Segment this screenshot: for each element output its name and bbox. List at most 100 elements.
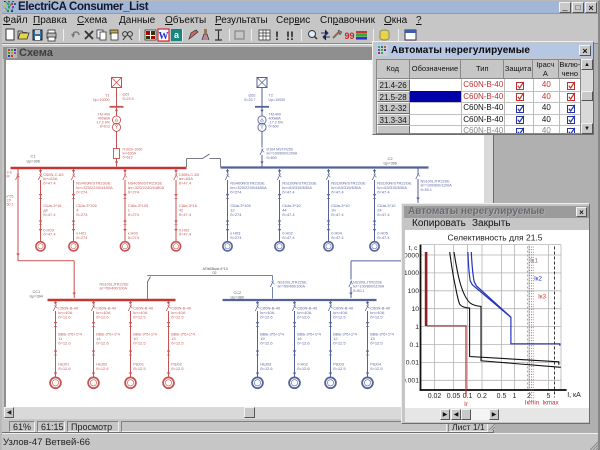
svg-text:Iк3: Iк3 (538, 294, 546, 301)
svg-text:б=12.6: б=12.6 (96, 314, 109, 319)
svg-text:б=12.5: б=12.5 (171, 366, 184, 371)
svg-text:б=12.5: б=12.5 (133, 340, 146, 345)
svg-text:б=12.6: б=12.6 (58, 366, 71, 371)
svg-text:б=50.1: б=50.1 (421, 188, 432, 192)
svg-text:С2: С2 (388, 156, 394, 161)
svg-text:Iкmax: Iкmax (542, 400, 559, 407)
svg-text:Uр=10000: Uр=10000 (269, 98, 286, 102)
svg-text:0.5: 0.5 (497, 393, 507, 400)
svg-text:W: W (159, 31, 169, 42)
svg-text:t, с: t, с (409, 245, 418, 252)
svg-text:б=612: б=612 (100, 125, 110, 129)
svg-text:б=612: б=612 (123, 156, 133, 160)
svg-text:б=47.4: б=47.4 (282, 189, 295, 194)
svg-text:I, кА: I, кА (567, 392, 581, 399)
svg-text:99: 99 (344, 31, 354, 41)
svg-text:Т2: Т2 (269, 94, 273, 98)
svg-text:б=274: б=274 (128, 235, 140, 240)
svg-text:б=274: б=274 (76, 189, 88, 194)
svg-text:0.02: 0.02 (428, 393, 442, 400)
svg-text:1: 1 (415, 324, 419, 331)
svg-text:50.1: 50.1 (7, 203, 14, 207)
svg-text:б=12.5: б=12.5 (370, 366, 383, 371)
svg-text:Ir: Ir (464, 401, 468, 408)
svg-text:б=47.4: б=47.4 (377, 235, 390, 240)
svg-text:б=23.9: б=23.9 (123, 97, 134, 101)
svg-text:Uр=394: Uр=394 (30, 295, 43, 299)
svg-text:0.1: 0.1 (463, 393, 473, 400)
svg-text:Iкт=50/400/100А: Iкт=50/400/100А (278, 285, 306, 289)
svg-text:б=12.5: б=12.5 (133, 366, 146, 371)
svg-text:б=12.6: б=12.6 (58, 340, 71, 345)
svg-text:б=12.5: б=12.5 (370, 340, 383, 345)
svg-text:б=12.6: б=12.6 (260, 314, 273, 319)
svg-text:б=25.7: б=25.7 (244, 98, 255, 102)
svg-text:б=12.6: б=12.6 (297, 340, 310, 345)
svg-text:СС1: СС1 (33, 290, 41, 294)
svg-text:Iкт=50/400/100А: Iкт=50/400/100А (100, 287, 128, 291)
svg-text:б=600: б=600 (267, 156, 277, 160)
svg-text:б=47.4: б=47.4 (331, 235, 344, 240)
svg-text:б=12.6: б=12.6 (260, 340, 273, 345)
svg-text:!!: !! (286, 29, 294, 42)
svg-text:Iк1: Iк1 (530, 258, 538, 265)
svg-text:02: 02 (213, 271, 217, 275)
svg-text:б=12.6: б=12.6 (297, 314, 310, 319)
svg-text:б=12.6: б=12.6 (58, 314, 71, 319)
svg-text:б=600: б=600 (269, 125, 279, 129)
svg-text:100: 100 (408, 288, 420, 295)
svg-text:Uр=380: Uр=380 (231, 296, 244, 300)
svg-text:ф52: ф52 (249, 94, 256, 98)
svg-text:б=47.4: б=47.4 (43, 181, 56, 186)
svg-text:б=12.6: б=12.6 (260, 366, 273, 371)
svg-text:0.1: 0.1 (410, 342, 420, 349)
svg-text:б=47.4: б=47.4 (43, 212, 56, 217)
svg-text:Селективность для 21.5: Селективность для 21.5 (447, 233, 542, 243)
svg-text:СШя-3*105: СШя-3*105 (128, 203, 149, 208)
svg-text:б=12.6: б=12.6 (297, 366, 310, 371)
svg-text:б=47.4: б=47.4 (282, 235, 295, 240)
svg-text:б=12.5: б=12.5 (333, 314, 346, 319)
svg-text:б=274: б=274 (230, 212, 242, 217)
svg-text:0.2: 0.2 (477, 393, 487, 400)
svg-text:0.001: 0.001 (405, 378, 419, 385)
svg-text:б=47.4: б=47.4 (179, 212, 192, 217)
svg-text:б=12.5: б=12.5 (333, 366, 346, 371)
svg-text:СШя-3*105: СШя-3*105 (76, 203, 97, 208)
svg-text:Iкmin: Iкmin (525, 400, 540, 407)
svg-text:б=12.5: б=12.5 (370, 314, 383, 319)
svg-text:10: 10 (411, 306, 419, 313)
svg-text:б=50.1: б=50.1 (353, 289, 364, 293)
svg-text:10000: 10000 (405, 252, 419, 259)
svg-text:б=47.4: б=47.4 (282, 212, 295, 217)
svg-text:б=12.6: б=12.6 (96, 340, 109, 345)
svg-text:б=47.4: б=47.4 (331, 189, 344, 194)
svg-text:б=47.4: б=47.4 (377, 212, 390, 217)
svg-text:б=12.5: б=12.5 (171, 340, 184, 345)
svg-text:б=274: б=274 (76, 235, 88, 240)
svg-text:б=274: б=274 (128, 212, 140, 217)
svg-text:б=12.5: б=12.5 (333, 340, 346, 345)
svg-text:б=47.4: б=47.4 (331, 212, 344, 217)
svg-text:б=12.5: б=12.5 (171, 314, 184, 319)
svg-text:!: ! (275, 29, 279, 42)
svg-text:б=47.4: б=47.4 (179, 232, 192, 237)
svg-text:б=12.5: б=12.5 (133, 314, 146, 319)
svg-text:Uр=396: Uр=396 (27, 160, 40, 164)
svg-text:б=274: б=274 (128, 189, 140, 194)
svg-text:б=274: б=274 (76, 212, 88, 217)
svg-text:б=47.4: б=47.4 (179, 181, 192, 186)
svg-text:1000: 1000 (405, 270, 419, 277)
svg-text:0.01: 0.01 (406, 360, 419, 367)
svg-text:Uр=10000: Uр=10000 (93, 98, 110, 102)
svg-text:б=47.4: б=47.4 (377, 189, 390, 194)
svg-text:ф51: ф51 (123, 93, 130, 97)
svg-text:б=12.6: б=12.6 (96, 366, 109, 371)
svg-text:Iк2: Iк2 (534, 276, 542, 283)
svg-text:Т1: Т1 (105, 94, 109, 98)
svg-text:б=274: б=274 (230, 235, 242, 240)
svg-text:б=47.4: б=47.4 (43, 232, 56, 237)
svg-text:СС2: СС2 (234, 291, 242, 295)
svg-text:1: 1 (513, 393, 517, 400)
svg-text:С1: С1 (31, 154, 37, 159)
